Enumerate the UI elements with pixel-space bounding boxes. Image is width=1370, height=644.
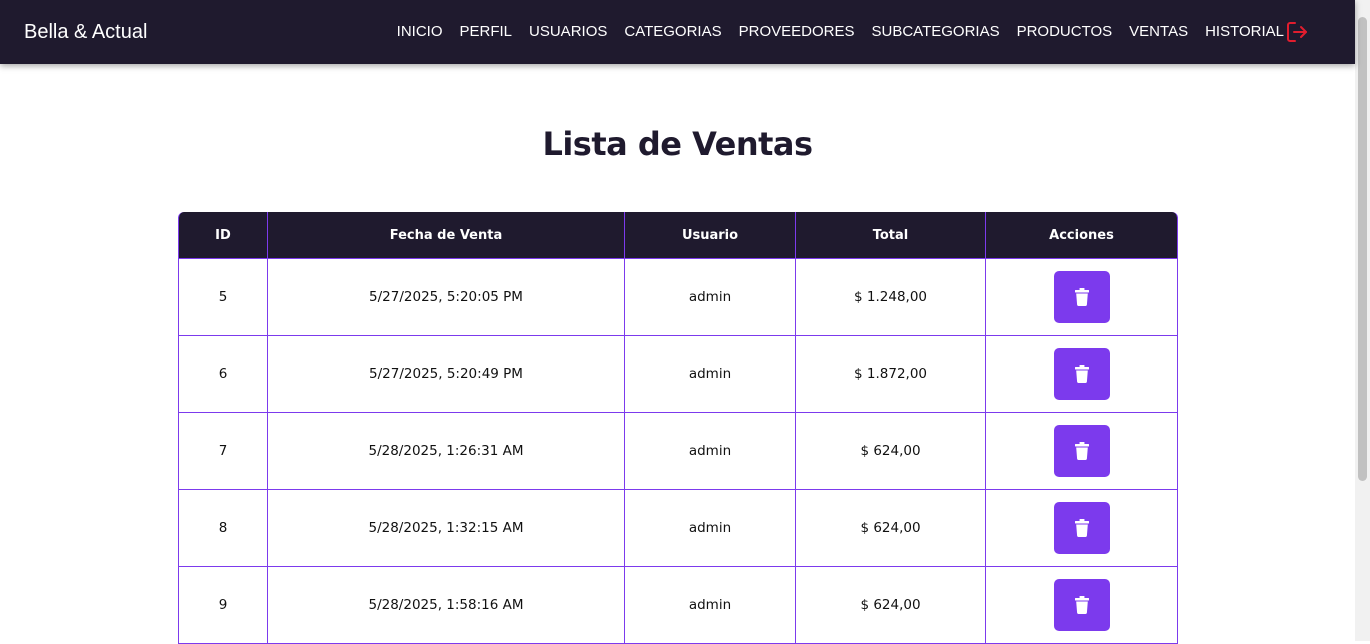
nav-link-historial[interactable]: HISTORIAL [1205, 22, 1284, 42]
table-row: 6 5/27/2025, 5:20:49 PM admin $ 1.872,00 [178, 336, 1178, 413]
nav-link-usuarios[interactable]: USUARIOS [529, 22, 607, 42]
trash-icon [1074, 288, 1089, 306]
table-header-row: ID Fecha de Venta Usuario Total Acciones [178, 212, 1178, 259]
nav-link-inicio[interactable]: INICIO [397, 22, 443, 42]
delete-button[interactable] [1053, 348, 1110, 400]
delete-button[interactable] [1053, 425, 1110, 477]
cell-usuario: admin [625, 490, 796, 567]
cell-usuario: admin [625, 567, 796, 644]
column-header-fecha: Fecha de Venta [268, 212, 625, 259]
trash-icon [1074, 442, 1089, 460]
cell-fecha: 5/27/2025, 5:20:05 PM [268, 259, 625, 336]
table-row: 7 5/28/2025, 1:26:31 AM admin $ 624,00 [178, 413, 1178, 490]
cell-fecha: 5/28/2025, 1:26:31 AM [268, 413, 625, 490]
cell-acciones [986, 413, 1178, 490]
cell-total: $ 1.872,00 [796, 336, 986, 413]
column-header-id: ID [178, 212, 268, 259]
trash-icon [1074, 365, 1089, 383]
cell-fecha: 5/27/2025, 5:20:49 PM [268, 336, 625, 413]
cell-acciones [986, 567, 1178, 644]
nav-link-subcategorias[interactable]: SUBCATEGORIAS [872, 22, 1000, 42]
page-title: Lista de Ventas [542, 125, 813, 163]
logout-icon[interactable] [1286, 21, 1310, 43]
cell-total: $ 624,00 [796, 567, 986, 644]
cell-fecha: 5/28/2025, 1:58:16 AM [268, 567, 625, 644]
delete-button[interactable] [1053, 502, 1110, 554]
cell-id: 8 [178, 490, 268, 567]
sales-table: ID Fecha de Venta Usuario Total Acciones… [178, 212, 1178, 644]
cell-acciones [986, 259, 1178, 336]
delete-button[interactable] [1053, 579, 1110, 631]
cell-total: $ 1.248,00 [796, 259, 986, 336]
cell-id: 9 [178, 567, 268, 644]
table-row: 8 5/28/2025, 1:32:15 AM admin $ 624,00 [178, 490, 1178, 567]
trash-icon [1074, 519, 1089, 537]
nav-link-proveedores[interactable]: PROVEEDORES [739, 22, 855, 42]
column-header-total: Total [796, 212, 986, 259]
cell-usuario: admin [625, 259, 796, 336]
cell-id: 7 [178, 413, 268, 490]
brand-logo[interactable]: Bella & Actual [24, 19, 147, 45]
cell-acciones [986, 336, 1178, 413]
top-navbar: Bella & Actual INICIO PERFIL USUARIOS CA… [0, 0, 1355, 64]
sales-table-container: ID Fecha de Venta Usuario Total Acciones… [178, 212, 1178, 644]
nav-link-categorias[interactable]: CATEGORIAS [624, 22, 721, 42]
cell-fecha: 5/28/2025, 1:32:15 AM [268, 490, 625, 567]
nav-link-productos[interactable]: PRODUCTOS [1017, 22, 1113, 42]
table-row: 9 5/28/2025, 1:58:16 AM admin $ 624,00 [178, 567, 1178, 644]
nav-link-ventas[interactable]: VENTAS [1129, 22, 1188, 42]
vertical-scrollbar[interactable] [1355, 0, 1370, 641]
cell-total: $ 624,00 [796, 413, 986, 490]
main-nav: INICIO PERFIL USUARIOS CATEGORIAS PROVEE… [397, 22, 1284, 42]
cell-acciones [986, 490, 1178, 567]
scrollbar-thumb[interactable] [1358, 17, 1367, 481]
cell-total: $ 624,00 [796, 490, 986, 567]
table-row: 5 5/27/2025, 5:20:05 PM admin $ 1.248,00 [178, 259, 1178, 336]
delete-button[interactable] [1053, 271, 1110, 323]
trash-icon [1074, 596, 1089, 614]
nav-link-perfil[interactable]: PERFIL [460, 22, 513, 42]
cell-usuario: admin [625, 336, 796, 413]
cell-usuario: admin [625, 413, 796, 490]
column-header-usuario: Usuario [625, 212, 796, 259]
column-header-acciones: Acciones [986, 212, 1178, 259]
cell-id: 6 [178, 336, 268, 413]
cell-id: 5 [178, 259, 268, 336]
